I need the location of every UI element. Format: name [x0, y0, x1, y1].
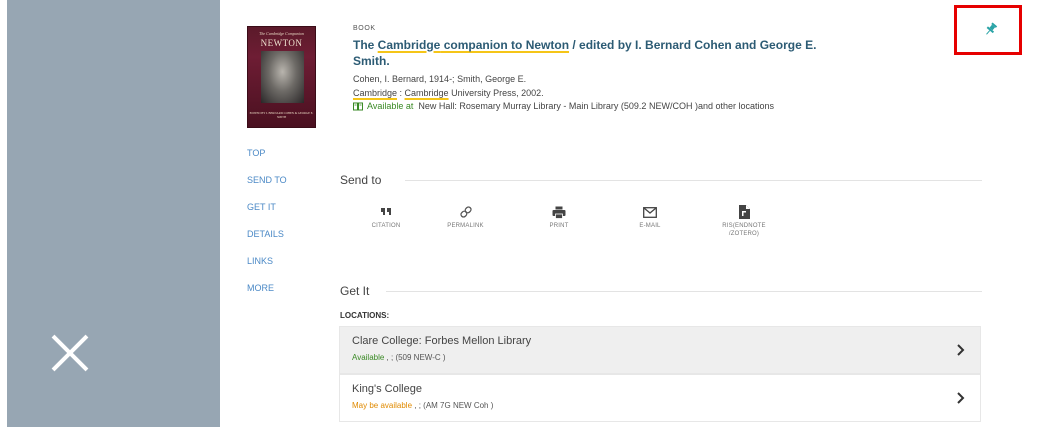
cover-title-text: NEWTON [260, 38, 303, 48]
send-to-divider [405, 180, 982, 181]
book-availability-icon [353, 102, 363, 110]
pin-icon[interactable] [984, 22, 998, 36]
location-name: King's College [352, 383, 422, 395]
availability-line[interactable]: Available at New Hall: Rosemary Murray L… [353, 101, 953, 111]
left-overlay [0, 0, 220, 427]
nav-send-to[interactable]: SEND TO [247, 175, 317, 202]
nav-details[interactable]: DETAILS [247, 229, 317, 256]
chevron-right-icon [957, 392, 965, 404]
permalink-label: PERMALINK [447, 223, 484, 229]
ris-label: RIS(ENDNOTE /ZOTERO) [722, 223, 766, 237]
printer-icon [552, 206, 566, 219]
nav-more[interactable]: MORE [247, 283, 317, 310]
location-status: May be available , ; (AM 7G NEW Coh ) [352, 401, 493, 410]
location-name: Clare College: Forbes Mellon Library [352, 335, 532, 347]
nav-get-it[interactable]: GET IT [247, 202, 317, 229]
chevron-right-icon [957, 344, 965, 356]
citation-button[interactable]: CITATION [353, 204, 419, 238]
record-title[interactable]: The Cambridge companion to Newton / edit… [353, 37, 823, 69]
status-available: Available [352, 353, 385, 362]
nav-top[interactable]: TOP [247, 148, 317, 175]
email-button[interactable]: E-MAIL [606, 204, 694, 238]
quote-icon [381, 208, 391, 215]
record-summary: BOOK The Cambridge companion to Newton /… [353, 25, 953, 111]
book-cover: The Cambridge Companion NEWTON EDITED BY… [247, 26, 316, 128]
email-label: E-MAIL [639, 223, 661, 229]
send-to-heading: Send to [340, 173, 382, 187]
location-callnumber: , ; (509 NEW-C ) [384, 353, 446, 362]
file-icon [738, 205, 750, 219]
section-nav: TOP SEND TO GET IT DETAILS LINKS MORE [247, 148, 317, 310]
get-it-divider [386, 291, 982, 292]
citation-label: CITATION [371, 223, 401, 229]
cover-series-text: The Cambridge Companion [259, 31, 304, 36]
locations-label: LOCATIONS: [340, 311, 390, 320]
full-record-panel: The Cambridge Companion NEWTON EDITED BY… [220, 0, 1041, 427]
title-highlight: Cambridge [377, 38, 441, 52]
close-icon[interactable] [50, 333, 90, 373]
get-it-heading: Get It [340, 284, 370, 298]
ris-export-button[interactable]: RIS(ENDNOTE /ZOTERO) [694, 204, 794, 238]
publisher-sep: : [397, 88, 405, 98]
publisher-name: Cambridge [404, 88, 449, 98]
location-callnumber: , ; (AM 7G NEW Coh ) [412, 401, 494, 410]
title-prefix: The [353, 38, 378, 52]
availability-location: New Hall: Rosemary Murray Library - Main… [418, 101, 774, 111]
record-type: BOOK [353, 25, 376, 32]
print-label: PRINT [549, 223, 569, 229]
record-authors: Cohen, I. Bernard, 1914-; Smith, George … [353, 74, 527, 84]
title-main: companion to Newton [440, 38, 570, 52]
record-publisher: Cambridge : Cambridge University Press, … [353, 88, 953, 98]
publisher-place: Cambridge [353, 88, 398, 98]
print-button[interactable]: PRINT [512, 204, 606, 238]
publisher-rest: University Press, 2002. [448, 88, 544, 98]
envelope-icon [643, 206, 657, 218]
link-icon [459, 206, 472, 218]
permalink-button[interactable]: PERMALINK [419, 204, 512, 238]
nav-links[interactable]: LINKS [247, 256, 317, 283]
location-row-clare[interactable]: Clare College: Forbes Mellon Library Ava… [339, 326, 981, 374]
status-maybe-available: May be available [352, 401, 413, 410]
location-row-kings[interactable]: King's College May be available , ; (AM … [339, 374, 981, 422]
cover-portrait [261, 51, 304, 103]
overlay-backdrop [7, 0, 220, 427]
send-to-actions: CITATION PERMALINK PRINT E-MAIL RIS(ENDN… [363, 204, 794, 238]
location-status: Available , ; (509 NEW-C ) [352, 353, 446, 362]
cover-editors-text: EDITED BY I. BERNARD COHEN & GEORGE E. S… [249, 111, 314, 119]
availability-status: Available at [367, 101, 414, 111]
